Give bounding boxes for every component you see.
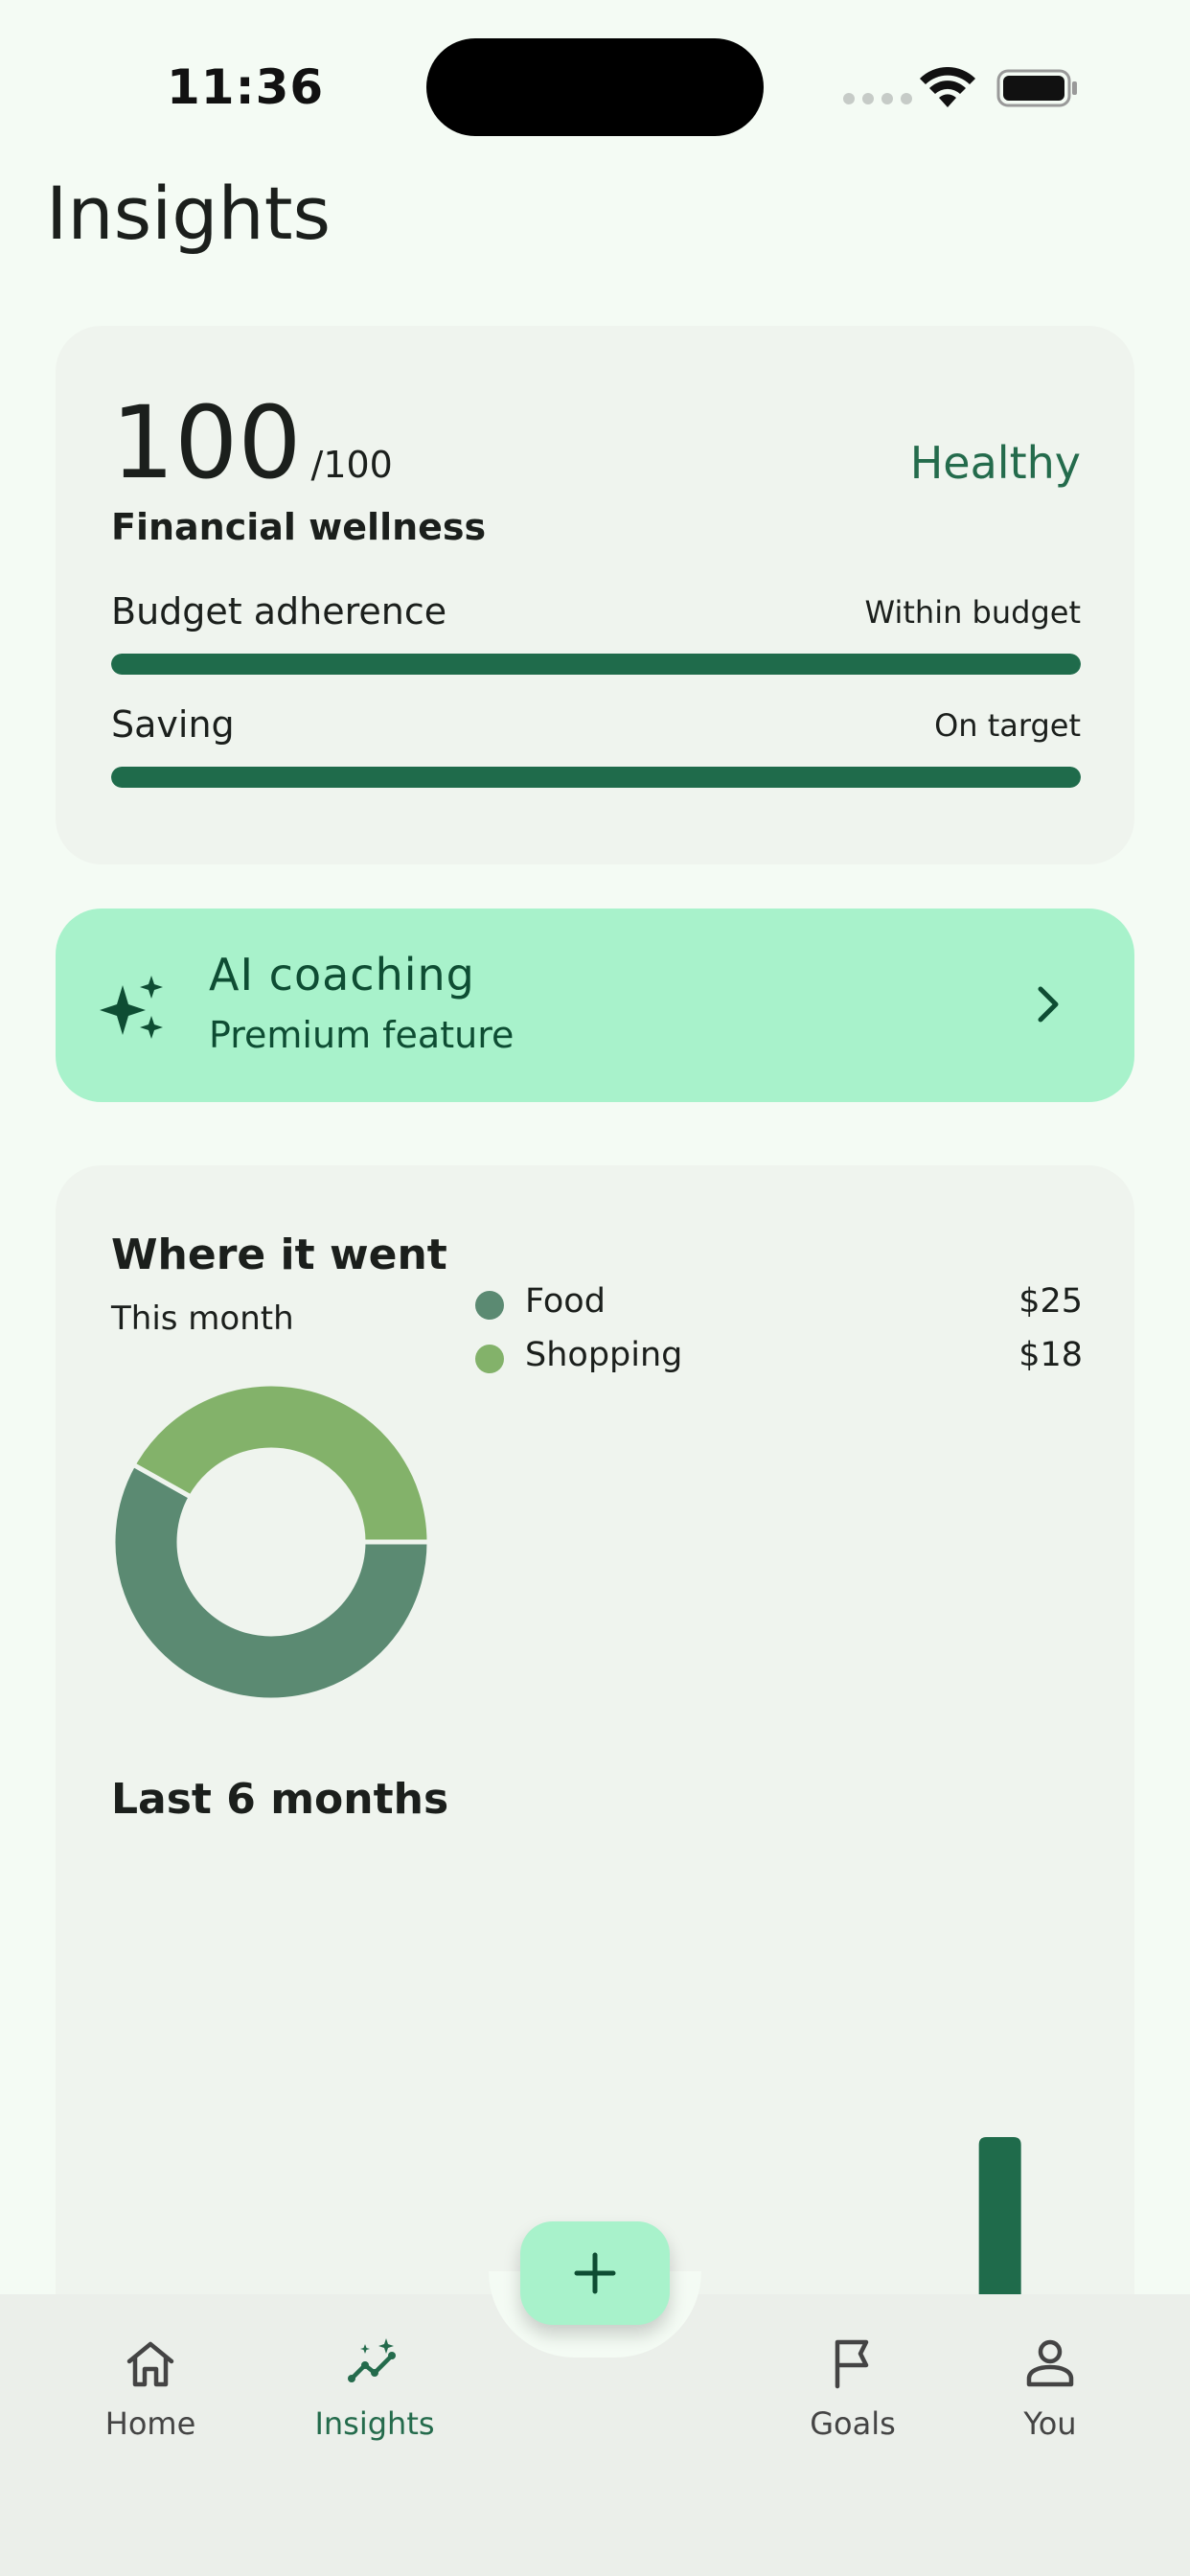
wellness-label: Financial wellness — [111, 506, 487, 548]
legend-label: Shopping — [525, 1336, 683, 1374]
saving-progress-bar — [111, 767, 1081, 788]
dynamic-island — [426, 38, 764, 136]
nav-label: Goals — [810, 2405, 896, 2442]
legend-item-food: Food $25 — [475, 1282, 1083, 1330]
battery-icon — [996, 69, 1077, 107]
nav-item-insights[interactable]: Insights — [279, 2334, 470, 2450]
legend-item-shopping: Shopping $18 — [475, 1336, 1083, 1384]
status-bar: 11:36 — [0, 0, 1190, 172]
status-time: 11:36 — [167, 59, 325, 115]
nav-item-home[interactable]: Home — [55, 2334, 246, 2450]
spending-title: Where it went — [111, 1230, 447, 1279]
coaching-title: AI coaching — [209, 949, 475, 1000]
legend-amount: $18 — [1018, 1336, 1083, 1374]
nav-label: Home — [104, 2405, 196, 2442]
ai-coaching-card[interactable]: AI coaching Premium feature — [56, 908, 1134, 1102]
score-value: 100 — [111, 384, 302, 501]
home-indicator — [0, 2549, 1190, 2576]
budget-progress-fill — [111, 654, 1081, 675]
budget-progress-bar — [111, 654, 1081, 675]
add-transaction-button[interactable] — [520, 2221, 670, 2325]
insights-icon — [348, 2338, 396, 2382]
saving-progress-fill — [111, 767, 1081, 788]
sparkle-icon — [100, 976, 163, 1039]
flag-icon — [835, 2339, 869, 2389]
donut-chart — [111, 1382, 431, 1702]
page-title: Insights — [46, 171, 332, 256]
months-title: Last 6 months — [111, 1775, 449, 1824]
nav-item-you[interactable]: You — [954, 2334, 1146, 2450]
nav-item-goals[interactable]: Goals — [757, 2334, 949, 2450]
score-max: /100 — [310, 444, 393, 486]
metric-status: Within budget — [864, 594, 1081, 631]
metric-name: Saving — [111, 703, 235, 746]
legend-dot — [475, 1345, 504, 1373]
wellness-card: 100 /100 Healthy Financial wellness Budg… — [56, 326, 1134, 864]
legend-label: Food — [525, 1282, 606, 1321]
health-status: Healthy — [909, 437, 1081, 489]
person-icon — [1026, 2339, 1074, 2387]
plus-icon — [574, 2252, 616, 2294]
wellness-score: 100 /100 — [111, 393, 393, 493]
coaching-subtitle: Premium feature — [209, 1014, 515, 1056]
spending-period: This month — [111, 1300, 294, 1338]
metric-status: On target — [934, 707, 1081, 744]
legend-amount: $25 — [1018, 1282, 1083, 1321]
home-icon — [126, 2341, 174, 2387]
metric-name: Budget adherence — [111, 590, 447, 632]
legend-dot — [475, 1291, 504, 1320]
nav-label: Insights — [314, 2405, 435, 2442]
signal-icon — [843, 93, 912, 104]
nav-label: You — [1023, 2405, 1077, 2442]
chevron-right-icon — [1038, 986, 1059, 1023]
wifi-icon — [920, 67, 975, 107]
